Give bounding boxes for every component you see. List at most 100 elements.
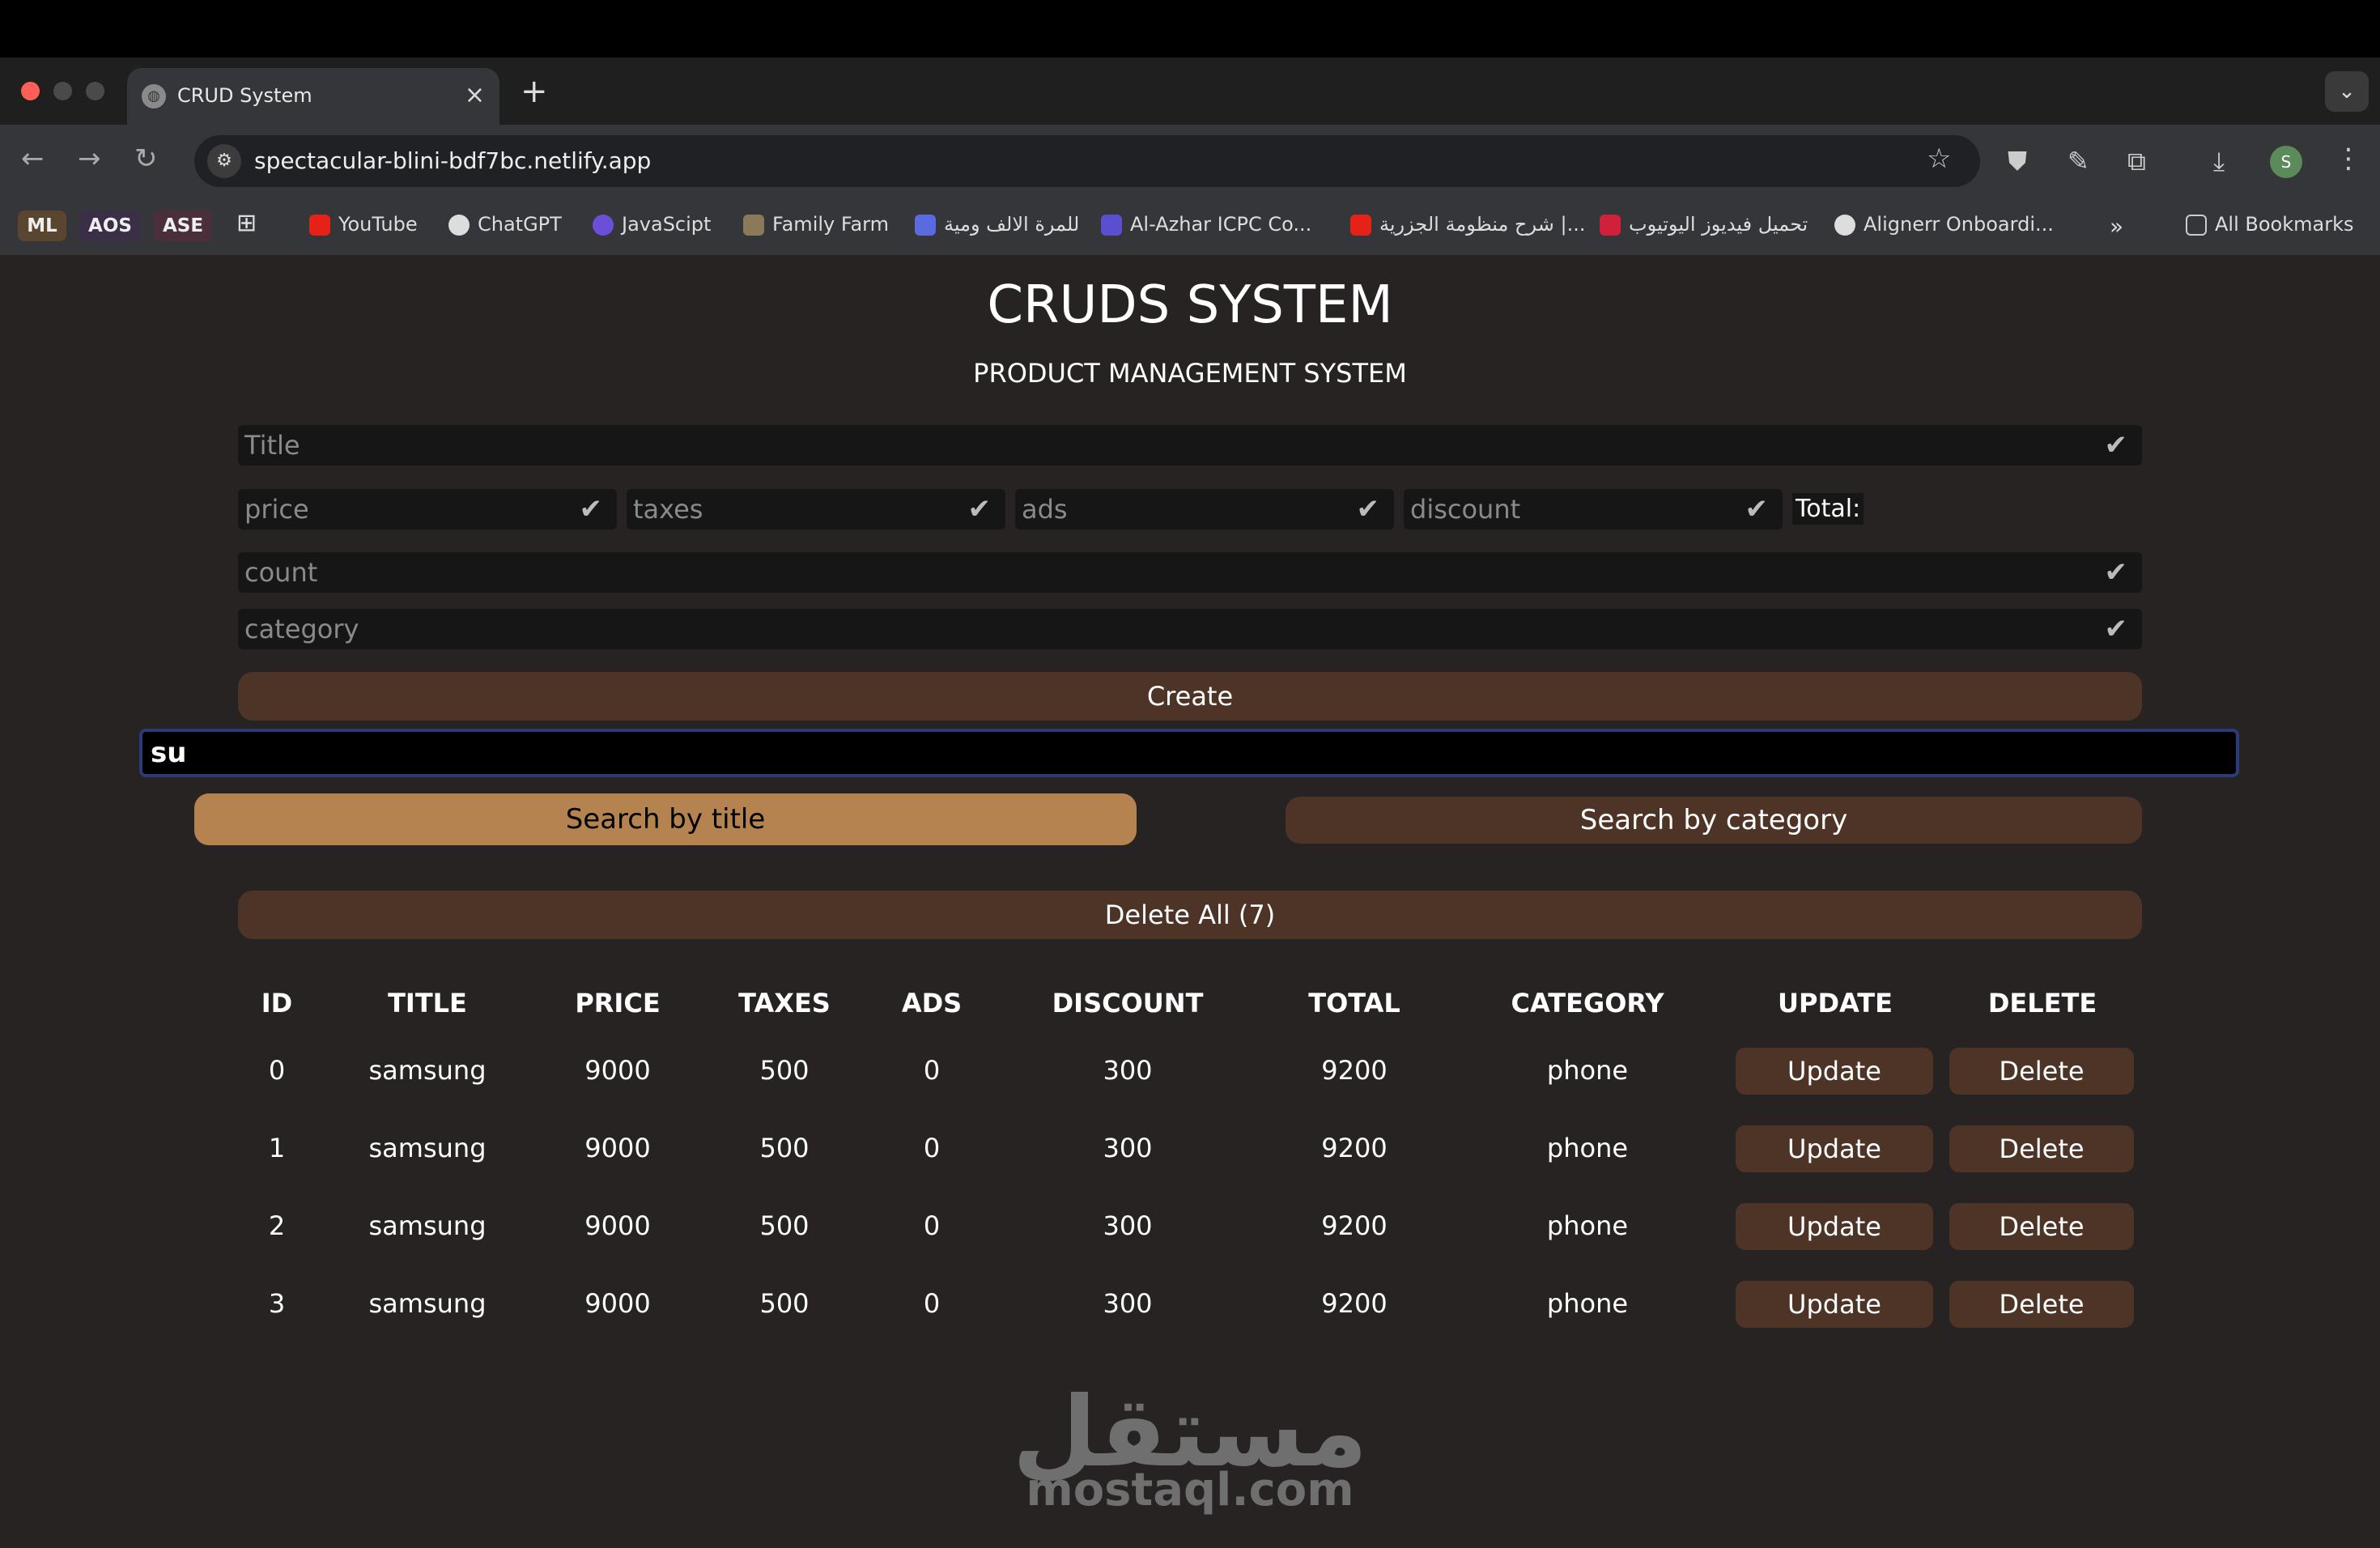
bookmark-label: All Bookmarks — [2215, 213, 2354, 236]
header-discount: DISCOUNT — [1052, 988, 1204, 1019]
delete-button[interactable]: Delete — [1949, 1048, 2134, 1095]
cell-price: 9000 — [584, 1288, 651, 1319]
new-tab-icon[interactable]: + — [521, 73, 548, 110]
shield-extension-icon[interactable]: ⛊ — [2008, 146, 2027, 177]
check-icon: ✔ — [967, 493, 992, 525]
forward-icon[interactable]: → — [78, 142, 101, 175]
header-id: ID — [261, 988, 293, 1019]
check-icon: ✔ — [579, 493, 603, 525]
title-input[interactable]: Title ✔ — [238, 425, 2142, 466]
close-window-icon[interactable] — [21, 82, 40, 100]
update-button[interactable]: Update — [1736, 1281, 1933, 1328]
count-input[interactable]: count ✔ — [238, 552, 2142, 593]
category-input[interactable]: category ✔ — [238, 609, 2142, 649]
bookmark-label: Family Farm — [772, 213, 889, 236]
bookmark-chatgpt[interactable]: ChatGPT — [448, 213, 562, 236]
download-icon[interactable]: ⤓ — [2213, 146, 2225, 177]
search-by-category-button[interactable]: Search by category — [1286, 797, 2142, 844]
bookmark-label: ChatGPT — [478, 213, 562, 236]
bookmark-arabic-3[interactable]: تحميل فيديوز اليوتيوب — [1600, 213, 1808, 236]
url-text[interactable]: spectacular-blini-bdf7bc.netlify.app — [254, 147, 651, 174]
reload-icon[interactable]: ↻ — [134, 142, 158, 175]
update-button[interactable]: Update — [1736, 1048, 1933, 1095]
count-placeholder: count — [244, 557, 318, 588]
update-button[interactable]: Update — [1736, 1203, 1933, 1250]
delete-button[interactable]: Delete — [1949, 1281, 2134, 1328]
bookmark-arabic-2[interactable]: شرح منظومة الجزرية |... — [1350, 213, 1585, 236]
bookmark-label: Al-Azhar ICPC Co... — [1130, 213, 1312, 236]
bookmark-family-farm[interactable]: Family Farm — [743, 213, 889, 236]
category-placeholder: category — [244, 614, 359, 644]
bookmark-label: Alignerr Onboardi... — [1864, 213, 2054, 236]
bookmark-arabic-1[interactable]: للمرة الالف ومية — [915, 213, 1079, 236]
check-icon: ✔ — [2104, 556, 2128, 589]
maximize-window-icon[interactable] — [86, 82, 104, 100]
cell-price: 9000 — [584, 1210, 651, 1241]
globe-icon: ◍ — [142, 84, 166, 108]
cell-total: 9200 — [1321, 1288, 1388, 1319]
screen-top-bar — [0, 0, 2380, 57]
cell-id: 1 — [268, 1133, 286, 1163]
check-icon: ✔ — [2104, 429, 2128, 461]
bookmark-youtube[interactable]: YouTube — [309, 213, 418, 236]
close-tab-icon[interactable]: × — [465, 81, 485, 109]
search-input[interactable]: su — [139, 729, 2239, 777]
site-settings-icon[interactable]: ⚙ — [207, 144, 241, 178]
back-icon[interactable]: ← — [21, 142, 45, 175]
cell-taxes: 500 — [759, 1288, 810, 1319]
alignerr-icon — [1834, 215, 1855, 236]
update-button[interactable]: Update — [1736, 1125, 1933, 1172]
chart-icon — [915, 215, 936, 236]
bookmark-javascipt[interactable]: JavaScipt — [593, 213, 711, 236]
extensions-puzzle-icon[interactable]: ⧉ — [2127, 146, 2146, 177]
bookmark-aos[interactable]: AOS — [79, 211, 141, 241]
tab-crud-system[interactable]: ◍ CRUD System × — [127, 68, 499, 125]
delete-button[interactable]: Delete — [1949, 1125, 2134, 1172]
discount-placeholder: discount — [1410, 494, 1521, 525]
header-category: CATEGORY — [1511, 988, 1664, 1019]
apps-grid-icon[interactable]: ⊞ — [236, 209, 257, 237]
cell-category: phone — [1546, 1133, 1629, 1163]
browser-menu-icon[interactable]: ⋮ — [2335, 142, 2362, 175]
search-by-title-button[interactable]: Search by title — [194, 793, 1137, 845]
cell-taxes: 500 — [759, 1133, 810, 1163]
bookmark-label: JavaScipt — [622, 213, 712, 236]
bookmark-al-azhar[interactable]: Al-Azhar ICPC Co... — [1101, 213, 1311, 236]
cell-price: 9000 — [584, 1133, 651, 1163]
icpc-icon — [1101, 215, 1122, 236]
delete-button[interactable]: Delete — [1949, 1203, 2134, 1250]
cell-id: 3 — [268, 1288, 286, 1319]
cell-total: 9200 — [1321, 1133, 1388, 1163]
discount-input[interactable]: discount ✔ — [1404, 489, 1783, 529]
bookmark-alignerr[interactable]: Alignerr Onboardi... — [1834, 213, 2054, 236]
folder-icon — [2186, 215, 2207, 236]
bookmark-label: تحميل فيديوز اليوتيوب — [1629, 213, 1808, 236]
tab-search-chevron-icon[interactable]: ⌄ — [2325, 71, 2369, 112]
minimize-window-icon[interactable] — [53, 82, 72, 100]
cell-category: phone — [1546, 1288, 1629, 1319]
taxes-input[interactable]: taxes ✔ — [627, 489, 1005, 529]
more-bookmarks-icon[interactable]: » — [2110, 213, 2123, 240]
delete-all-button[interactable]: Delete All (7) — [238, 891, 2142, 939]
chatgpt-icon — [448, 215, 470, 236]
tab-title: CRUD System — [177, 84, 312, 107]
page-subtitle: PRODUCT MANAGEMENT SYSTEM — [973, 358, 1407, 389]
bookmark-ase[interactable]: ASE — [154, 211, 212, 241]
check-icon: ✔ — [1356, 493, 1380, 525]
price-input[interactable]: price ✔ — [238, 489, 617, 529]
header-price: PRICE — [575, 988, 661, 1019]
pen-extension-icon[interactable]: ✎ — [2068, 146, 2089, 176]
all-bookmarks[interactable]: All Bookmarks — [2186, 213, 2353, 236]
profile-avatar[interactable]: S — [2270, 146, 2302, 178]
bookmark-ml[interactable]: ML — [18, 211, 66, 241]
cell-ads: 0 — [923, 1055, 941, 1086]
cell-discount: 300 — [1103, 1055, 1153, 1086]
bookmark-label: للمرة الالف ومية — [944, 213, 1080, 236]
cell-taxes: 500 — [759, 1210, 810, 1241]
youtube-icon — [309, 215, 330, 236]
bookmark-star-icon[interactable]: ☆ — [1927, 142, 1951, 175]
cell-ads: 0 — [923, 1288, 941, 1319]
cell-taxes: 500 — [759, 1055, 810, 1086]
create-button[interactable]: Create — [238, 672, 2142, 721]
ads-input[interactable]: ads ✔ — [1015, 489, 1394, 529]
